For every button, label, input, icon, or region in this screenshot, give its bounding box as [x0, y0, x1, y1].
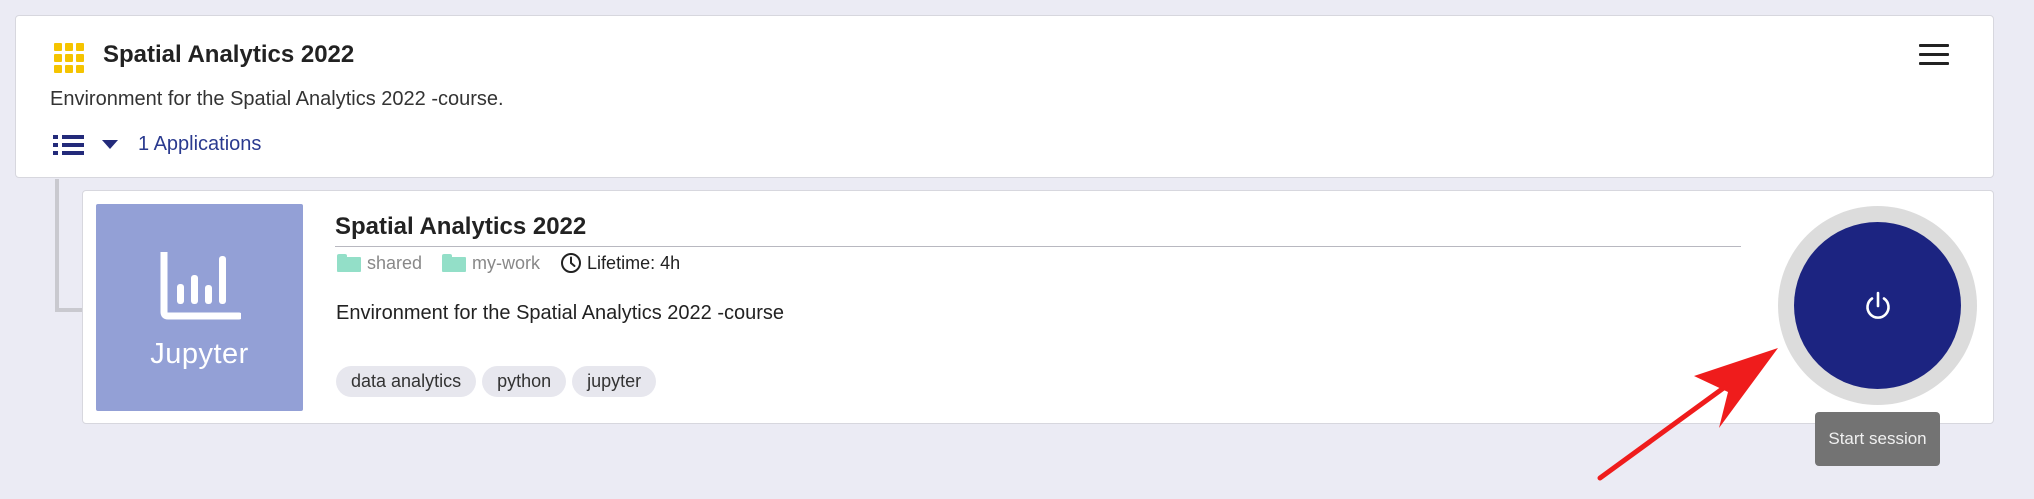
jupyter-logo: Jupyter [96, 204, 303, 411]
application-description: Environment for the Spatial Analytics 20… [336, 302, 785, 324]
lifetime-label: Lifetime: 4h [587, 252, 681, 273]
application-meta: shared my-work Lifetime: 4h [337, 252, 680, 274]
power-icon [1865, 291, 1890, 319]
lifetime-info: Lifetime: 4h [560, 252, 680, 274]
tag-list: data analytics python jupyter [336, 366, 657, 397]
folder-icon [442, 254, 467, 272]
bar-chart-icon [160, 252, 241, 320]
grid-icon [54, 43, 84, 73]
logo-text: Jupyter [150, 338, 249, 370]
list-icon [53, 134, 84, 155]
tag-data-analytics[interactable]: data analytics [336, 366, 477, 397]
caret-down-icon[interactable] [102, 140, 118, 149]
folder-shared[interactable]: shared [337, 253, 422, 274]
folder-label: my-work [472, 252, 541, 273]
environment-description: Environment for the Spatial Analytics 20… [50, 88, 504, 110]
start-session-tooltip: Start session [1815, 412, 1940, 466]
application-card: Jupyter Spatial Analytics 2022 shared my… [82, 190, 1994, 424]
folder-my-work[interactable]: my-work [442, 253, 540, 274]
clock-icon [561, 253, 582, 273]
applications-count-label[interactable]: 1 Applications [138, 133, 261, 156]
environment-card: Spatial Analytics 2022 Environment for t… [15, 15, 1994, 178]
page: Spatial Analytics 2022 Environment for t… [0, 0, 2034, 499]
start-session-ring [1778, 206, 1977, 405]
tree-connector [55, 179, 83, 312]
application-title: Spatial Analytics 2022 [335, 213, 587, 240]
folder-icon [337, 254, 361, 272]
start-session-button[interactable] [1794, 222, 1961, 389]
folder-label: shared [367, 252, 423, 273]
title-divider [335, 246, 1741, 247]
tag-python[interactable]: python [482, 366, 567, 397]
hamburger-menu-icon[interactable] [1919, 44, 1949, 66]
tag-jupyter[interactable]: jupyter [572, 366, 657, 397]
environment-title: Spatial Analytics 2022 [103, 41, 355, 68]
applications-toggle[interactable]: 1 Applications [53, 133, 261, 156]
